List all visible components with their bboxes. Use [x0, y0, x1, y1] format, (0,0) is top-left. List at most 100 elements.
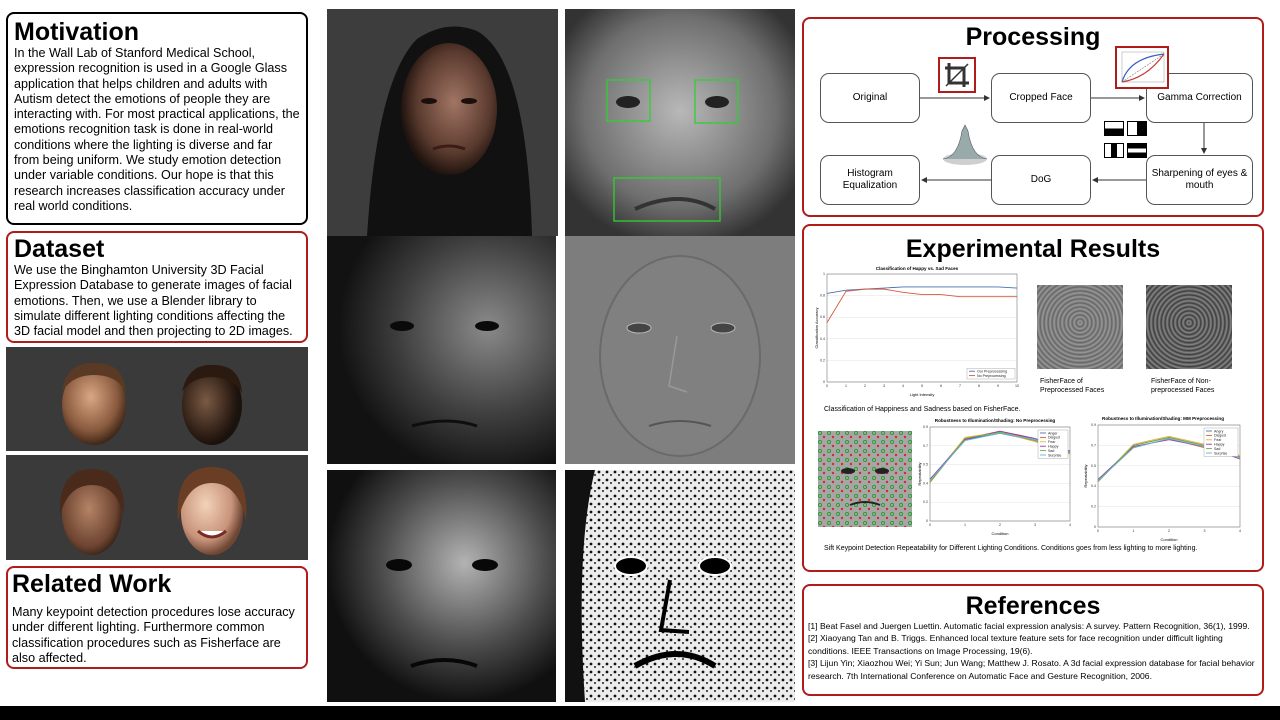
dataset-render-female	[6, 455, 308, 560]
node-dog: DoG	[991, 155, 1091, 205]
legend-label: Sad	[1214, 447, 1220, 451]
y-tick-label: 0.9	[1091, 423, 1096, 427]
x-tick-label: 1	[845, 384, 847, 388]
fisher-classification-caption: Classification of Happiness and Sadness …	[824, 406, 1021, 413]
processing-panel: Processing Original Cropped Face Gamma C…	[802, 17, 1264, 217]
y-tick-label: 0	[926, 519, 928, 523]
x-tick-label: 10	[1015, 384, 1019, 388]
y-tick-label: 0.8	[820, 294, 825, 298]
legend-label: Disgust	[1214, 434, 1226, 438]
x-tick-label: 3	[1204, 529, 1206, 533]
y-tick-label: 0.2	[1091, 505, 1096, 509]
chart-sift-no-preprocessing: 0 1 2 3 4 0 0.2 0.4 0.5 0.7 0.9 Robustness to Illum…	[916, 415, 1074, 537]
x-tick-label: 8	[978, 384, 980, 388]
fisherface-nonpreprocessed-image	[1146, 285, 1232, 369]
x-tick-label: 2	[1168, 529, 1170, 533]
references-title: References	[965, 592, 1101, 620]
dataset-panel: Dataset We use the Binghamton University…	[6, 231, 308, 343]
x-axis-label: Condition	[992, 531, 1009, 536]
crop-icon	[938, 57, 976, 93]
related-work-title: Related Work	[12, 570, 172, 598]
results-panel: Experimental Results 0 1 2 3 4 5 6 7 8 9 10 0 0.2 0.4…	[802, 224, 1264, 572]
x-tick-label: 3	[883, 384, 885, 388]
y-tick-label: 1	[823, 272, 825, 276]
legend-label: Sad	[1048, 449, 1054, 453]
x-tick-label: 0	[826, 384, 828, 388]
x-tick-label: 1	[1133, 529, 1135, 533]
x-tick-label: 7	[959, 384, 961, 388]
reference-1: [1] Beat Fasel and Juergen Luettin. Auto…	[808, 621, 1250, 631]
motivation-body: In the Wall Lab of Stanford Medical Scho…	[14, 46, 300, 213]
reference-3: [3] Lijun Yin; Xiaozhou Wei; Yi Sun; Jun…	[808, 658, 1255, 681]
y-tick-label: 0.5	[923, 463, 928, 467]
dog-kernel-icon	[942, 124, 988, 165]
x-tick-label: 0	[1097, 529, 1099, 533]
x-tick-label: 2	[999, 523, 1001, 527]
face-original-dark	[327, 9, 558, 236]
sharpen-filter-icons	[1102, 119, 1152, 165]
node-cropped-face: Cropped Face	[991, 73, 1091, 123]
face-gamma-corrected	[327, 236, 556, 464]
legend-label: Surprise	[1214, 451, 1227, 455]
y-tick-label: 0	[1094, 525, 1096, 529]
y-tick-label: 0.9	[923, 425, 928, 429]
node-histogram-equalization: Histogram Equalization	[820, 155, 920, 205]
legend-label: Happy	[1048, 445, 1059, 449]
face-cropped-feature-boxes	[565, 9, 795, 236]
x-axis-label: Condition	[1161, 537, 1178, 542]
dataset-body: We use the Binghamton University 3D Faci…	[14, 263, 293, 339]
results-title: Experimental Results	[905, 235, 1161, 263]
face-dog-filtered	[565, 236, 795, 464]
y-tick-label: 0.4	[820, 337, 825, 341]
legend-label: Our Preprocessing	[977, 370, 1007, 374]
legend-label: Anger	[1048, 431, 1058, 435]
chart-title: Robustness to Illumination/Shading: MM P…	[1102, 416, 1224, 421]
dataset-render-male	[6, 347, 308, 451]
references-panel: References [1] Beat Fasel and Juergen Lu…	[802, 584, 1264, 696]
legend-label: Fear	[1048, 440, 1056, 444]
legend-label: Disgust	[1048, 436, 1060, 440]
female-heads-image	[59, 467, 247, 555]
x-tick-label: 4	[1239, 529, 1241, 533]
y-tick-label: 0.2	[820, 358, 825, 362]
y-tick-label: 0.4	[1091, 484, 1096, 488]
chart-sift-mm-preprocessing: 0 1 2 3 4 0 0.2 0.4 0.5 0.7 0.9 Robustness to Illum…	[1082, 413, 1244, 543]
footer-bar	[0, 706, 1280, 720]
legend-label: Angry	[1214, 429, 1224, 433]
fisherface-preprocessed-image	[1037, 285, 1123, 369]
chart-title: Robustness to Illumination/Shading: No P…	[935, 418, 1056, 423]
x-tick-label: 5	[921, 384, 923, 388]
y-axis-label: Classification Accuracy	[814, 308, 819, 349]
y-tick-label: 0.7	[1091, 443, 1096, 447]
related-work-panel: Related Work Many keypoint detection pro…	[6, 566, 308, 669]
y-tick-label: 0	[823, 380, 825, 384]
chart-happy-vs-sad: 0 1 2 3 4 5 6 7 8 9 10 0 0.2 0.4 0.6 0.8 1 Classification…	[813, 264, 1021, 398]
sift-caption: Sift Keypoint Detection Repeatability fo…	[824, 545, 1198, 552]
face-histogram-equalized	[565, 470, 795, 702]
y-axis-label: Repeatability	[917, 462, 922, 485]
x-tick-label: 6	[940, 384, 942, 388]
y-tick-label: 0.2	[923, 500, 928, 504]
x-tick-label: 1	[964, 523, 966, 527]
x-tick-label: 4	[1069, 523, 1071, 527]
male-heads-image	[62, 362, 242, 445]
y-tick-label: 0.6	[820, 315, 825, 319]
fisherface-nonpreprocessed-caption: FisherFace of Non-preprocessed Faces	[1151, 378, 1215, 394]
x-tick-label: 3	[1034, 523, 1036, 527]
gamma-curve-icon	[1115, 46, 1169, 89]
x-tick-label: 0	[929, 523, 931, 527]
node-original: Original	[820, 73, 920, 123]
chart-title: Classification of Happy vs. Sad Faces	[876, 266, 959, 271]
x-axis-label: Light Intensity	[910, 392, 935, 397]
x-tick-label: 9	[997, 384, 999, 388]
y-tick-label: 0.5	[1091, 464, 1096, 468]
legend-label: Fear	[1214, 438, 1222, 442]
legend-label: Happy	[1214, 443, 1225, 447]
legend-label: No Preprocessing	[977, 374, 1006, 378]
sift-keypoints-face-image	[818, 431, 912, 527]
node-sharpening: Sharpening of eyes & mouth	[1146, 155, 1253, 205]
legend-label: Surprise	[1048, 453, 1061, 457]
dataset-title: Dataset	[14, 235, 105, 263]
y-axis-label: Repeatability	[1083, 464, 1088, 487]
motivation-title: Motivation	[14, 18, 139, 46]
